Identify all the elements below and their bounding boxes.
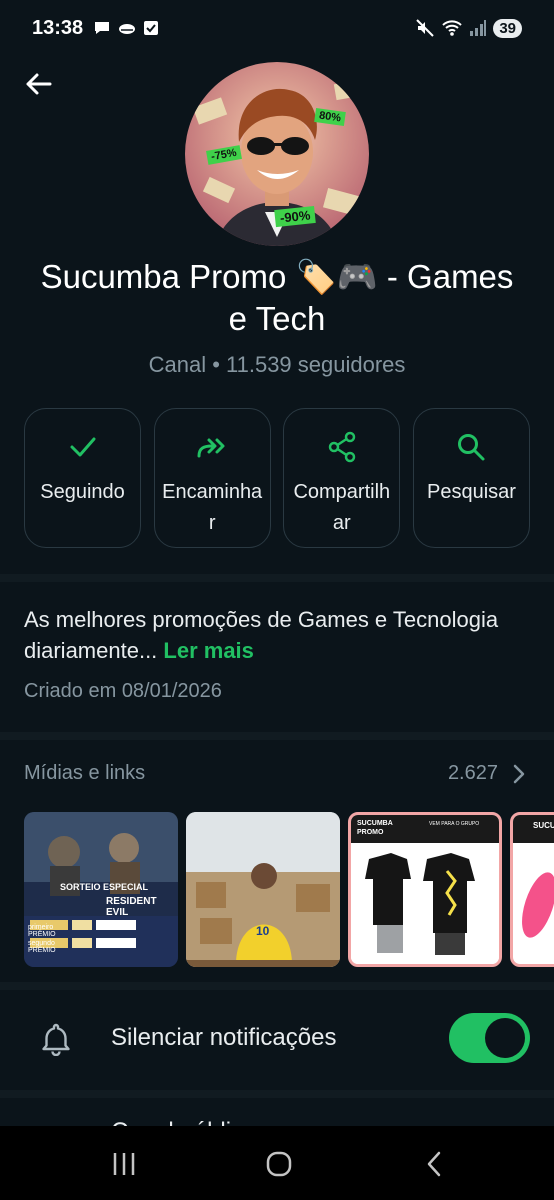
back-button[interactable]	[20, 66, 56, 102]
media-title: Mídias e links	[24, 762, 146, 784]
chat-bubble-icon	[95, 22, 110, 34]
section-divider	[0, 574, 554, 582]
share-button[interactable]: Compartilhar	[283, 408, 401, 548]
description-text: As melhores promoções de Games e Tecnolo…	[24, 607, 499, 663]
thumbnail-text: primeiro PRÊMIO	[28, 924, 56, 938]
mute-notifications-row[interactable]: Silenciar notificações	[0, 1008, 554, 1070]
section-divider	[0, 1090, 554, 1098]
channel-subtitle: Canal • 11.539 seguidores	[148, 352, 406, 377]
wifi-icon	[442, 20, 463, 36]
search-label: Pesquisar	[427, 481, 516, 503]
home-icon	[266, 1151, 292, 1177]
checkbox-icon	[144, 21, 159, 35]
thumbnail-image	[351, 815, 499, 964]
following-button[interactable]: Seguindo	[24, 408, 141, 548]
status-left-icons	[93, 19, 159, 37]
created-date: Criado em 08/01/2026	[24, 680, 222, 702]
home-button[interactable]	[259, 1148, 299, 1180]
read-more-link[interactable]: Ler mais	[163, 638, 254, 663]
arrow-left-icon	[26, 73, 52, 95]
forward-button[interactable]: Encaminhar	[153, 408, 271, 548]
mute-toggle[interactable]	[449, 1013, 530, 1063]
recent-apps-button[interactable]	[104, 1148, 144, 1180]
status-time: 13:38	[32, 16, 84, 39]
thumbnail-text: 10	[256, 924, 270, 938]
media-thumbnail[interactable]: SUCUMBA PROMO VEM PARA O GRUPO	[348, 812, 502, 967]
mute-icon	[416, 19, 435, 37]
share-label: Compartilhar	[293, 481, 391, 534]
media-thumbnail[interactable]: 10	[186, 812, 340, 967]
thumbnail-text: SORTEIO ESPECIAL	[60, 882, 149, 892]
signal-icon	[470, 20, 487, 36]
section-divider	[0, 982, 554, 990]
section-divider	[0, 732, 554, 740]
mute-label: Silenciar notificações	[111, 1024, 337, 1051]
media-links-header[interactable]: Mídias e links 2.627	[24, 762, 530, 785]
battery-indicator: 39	[493, 18, 522, 38]
recent-apps-icon	[113, 1153, 135, 1175]
following-label: Seguindo	[40, 481, 125, 503]
thumbnail-text: SUCUMBA PROMO	[357, 820, 393, 836]
toggle-knob	[485, 1018, 525, 1058]
cloud-icon	[119, 24, 136, 34]
media-count: 2.627	[447, 762, 498, 784]
media-thumbnails: SORTEIO ESPECIAL RESIDENT EVIL primeiro …	[24, 812, 554, 967]
bell-icon	[42, 1023, 70, 1056]
check-icon	[67, 431, 99, 463]
search-button[interactable]: Pesquisar	[412, 408, 530, 548]
status-right: 39	[415, 18, 522, 38]
search-icon	[455, 431, 487, 463]
nav-back-button[interactable]	[414, 1148, 454, 1180]
forward-icon	[196, 431, 228, 463]
forward-label: Encaminhar	[162, 481, 263, 534]
channel-avatar[interactable]: 80% -75% -90%	[185, 62, 369, 246]
thumbnail-text: segundo PRÊMIO	[28, 940, 56, 954]
thumbnail-image	[186, 812, 340, 967]
action-buttons: Seguindo Encaminhar Compartilhar Pesquis…	[24, 408, 530, 548]
thumbnail-image	[513, 815, 554, 938]
thumbnail-text: SUCUMBA	[533, 821, 554, 830]
media-thumbnail[interactable]: SUCUMBA	[510, 812, 554, 967]
thumbnail-text: VEM PARA O GRUPO	[429, 821, 480, 827]
channel-description: As melhores promoções de Games e Tecnolo…	[24, 604, 530, 666]
system-nav-bar	[0, 1126, 554, 1200]
chevron-right-icon	[512, 763, 530, 785]
share-icon	[326, 431, 358, 463]
nav-back-icon	[427, 1151, 441, 1177]
media-thumbnail[interactable]: SORTEIO ESPECIAL RESIDENT EVIL primeiro …	[24, 812, 178, 967]
thumbnail-text: RESIDENT EVIL	[106, 896, 157, 918]
channel-title: Sucumba Promo 🏷️🎮 - Games e Tech	[40, 258, 514, 337]
status-bar: 13:38 39	[0, 0, 554, 56]
